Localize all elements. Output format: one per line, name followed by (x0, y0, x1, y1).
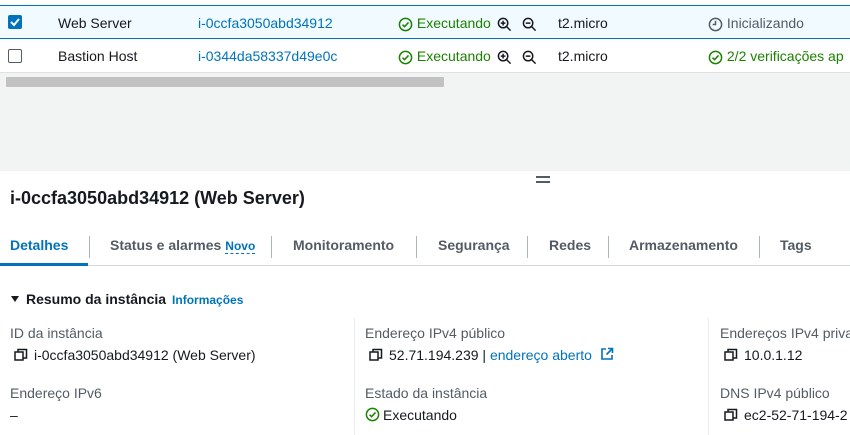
section-title: Resumo da instância (26, 291, 167, 307)
state-label: Executando (416, 48, 491, 64)
tab-tags[interactable]: Tags (780, 228, 812, 266)
check-circle-icon (708, 50, 723, 65)
public-ipv4-text: 52.71.194.239 (389, 347, 479, 363)
tab-separator (608, 236, 609, 258)
info-link[interactable]: Informações (172, 293, 243, 307)
zoom-in-icon[interactable] (497, 17, 512, 32)
instance-id-text: i-0ccfa3050abd34912 (Web Server) (34, 347, 256, 363)
tab-separator (527, 236, 528, 258)
tab-monitoring[interactable]: Monitoramento (293, 228, 394, 266)
separator-text: | (478, 347, 490, 363)
state-label: Executando (416, 15, 491, 31)
ipv6-label: Endereço IPv6 (10, 385, 102, 401)
public-dns-value: ec2-52-71-194-2 (724, 407, 848, 423)
zoom-in-icon[interactable] (497, 50, 512, 65)
copy-icon[interactable] (724, 348, 738, 362)
instance-state-label: Estado da instância (365, 385, 488, 401)
instance-name: Web Server (58, 15, 132, 31)
private-ipv4-label: Endereços IPv4 priva (720, 325, 850, 341)
tab-separator (89, 236, 90, 258)
zoom-controls (497, 39, 537, 73)
instance-state: Executando (398, 6, 491, 40)
tab-label: Status e alarmes (110, 237, 222, 253)
copy-icon[interactable] (724, 408, 738, 422)
instance-id-link[interactable]: i-0344da58337d49e0c (198, 39, 337, 73)
copy-icon[interactable] (369, 348, 383, 362)
row-checkbox[interactable] (8, 49, 22, 63)
instance-id-value: i-0ccfa3050abd34912 (Web Server) (14, 347, 256, 363)
active-tab-indicator (0, 263, 88, 266)
tab-storage[interactable]: Armazenamento (629, 228, 738, 266)
copy-icon[interactable] (14, 348, 28, 362)
details-tabs: Detalhes Status e alarmes Novo Monitorame… (0, 228, 850, 266)
instance-state: Executando (398, 39, 491, 73)
instance-type: t2.micro (558, 48, 608, 64)
private-ipv4-text: 10.0.1.12 (744, 347, 803, 363)
ipv6-value: – (10, 407, 18, 423)
check-circle-icon (365, 407, 380, 422)
instance-id-link[interactable]: i-0ccfa3050abd34912 (198, 6, 333, 40)
split-pane-gap (0, 89, 850, 171)
section-header[interactable]: Resumo da instância Informações (10, 291, 243, 307)
status-check-label: Inicializando (726, 15, 804, 31)
column-divider (708, 318, 709, 435)
instance-id-label: ID da instância (10, 325, 103, 341)
open-address-link[interactable]: endereço aberto (490, 347, 592, 363)
row-checkbox[interactable] (8, 15, 22, 29)
caret-down-icon (11, 296, 19, 302)
instance-state-value: Executando (365, 407, 457, 423)
tab-details[interactable]: Detalhes (10, 228, 68, 266)
resize-handle-icon[interactable] (536, 176, 550, 184)
column-divider (354, 318, 355, 435)
scrollbar-thumb[interactable] (6, 77, 444, 87)
tab-separator (271, 236, 272, 258)
tab-status-alarms[interactable]: Status e alarmes Novo (110, 228, 256, 266)
public-ipv4-label: Endereço IPv4 público (365, 325, 506, 341)
check-circle-icon (398, 17, 413, 32)
external-link-icon[interactable] (600, 347, 614, 361)
status-check[interactable]: 2/2 verificações ap (708, 39, 844, 73)
zoom-out-icon[interactable] (522, 17, 537, 32)
table-row[interactable]: Web Server i-0ccfa3050abd34912 Executand… (0, 5, 850, 39)
tab-separator (416, 236, 417, 258)
clock-icon (708, 17, 723, 32)
horizontal-scrollbar[interactable] (0, 72, 850, 89)
zoom-out-icon[interactable] (522, 50, 537, 65)
table-row[interactable]: Bastion Host i-0344da58337d49e0c Executa… (0, 39, 850, 73)
public-dns-text: ec2-52-71-194-2 (744, 407, 848, 423)
status-check-label: 2/2 verificações ap (726, 48, 844, 64)
tab-networking[interactable]: Redes (549, 228, 591, 266)
tab-separator (759, 236, 760, 258)
check-circle-icon (398, 50, 413, 65)
private-ipv4-value: 10.0.1.12 (724, 347, 802, 363)
public-ipv4-value: 52.71.194.239 | endereço aberto (369, 347, 614, 363)
status-check: Inicializando (708, 6, 804, 40)
instance-name: Bastion Host (58, 48, 138, 64)
tab-security[interactable]: Segurança (438, 228, 510, 266)
state-text: Executando (383, 407, 457, 423)
new-badge: Novo (225, 239, 256, 254)
instance-type: t2.micro (558, 15, 608, 31)
zoom-controls (497, 6, 537, 40)
details-title: i-0ccfa3050abd34912 (Web Server) (10, 188, 305, 208)
public-dns-label: DNS IPv4 público (720, 385, 830, 401)
